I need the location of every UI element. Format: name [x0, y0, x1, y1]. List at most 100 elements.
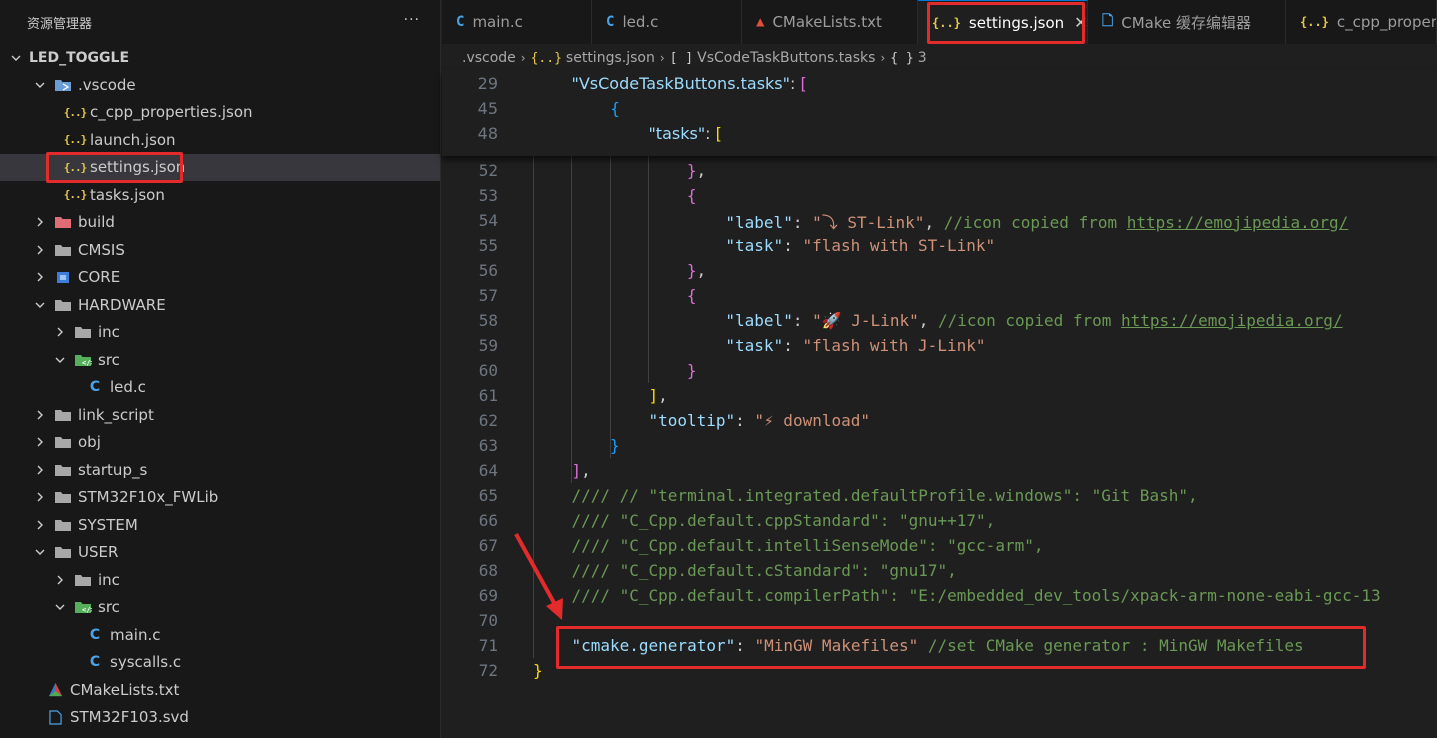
folder-icon [54, 241, 72, 259]
code-line[interactable]: 55 "task": "flash with ST-Link" [442, 233, 1437, 258]
chevron-right-icon [52, 572, 68, 588]
folder-icon [54, 296, 72, 314]
code-line[interactable]: 60} [442, 358, 1437, 383]
line-content: "label": "🚀 J-Link", //icon copied from … [725, 311, 1342, 330]
tree-item-label: .vscode [78, 75, 136, 94]
tree-item[interactable]: STM32F10x_FWLib [0, 484, 440, 511]
tree-item[interactable]: inc [0, 566, 440, 593]
tree-item[interactable]: CORE [0, 264, 440, 291]
code-line[interactable]: 64], [442, 458, 1437, 483]
code-line[interactable]: 48 "tasks": [ [442, 121, 1437, 146]
code-line[interactable]: 59 "task": "flash with J-Link" [442, 333, 1437, 358]
close-tab-icon[interactable]: ✕ [1074, 13, 1087, 32]
code-line[interactable]: 67 //// "C_Cpp.default.intelliSenseMode":… [442, 533, 1437, 558]
tree-item[interactable]: .vscode [0, 71, 440, 98]
tree-item[interactable]: </> src [0, 346, 440, 373]
breadcrumb-item[interactable]: { } 3 [890, 50, 926, 66]
tree-item[interactable]: obj [0, 429, 440, 456]
tree-item[interactable]: STM32F103.svd [0, 704, 440, 731]
tree-item[interactable]: build [0, 209, 440, 236]
tree-item[interactable]: HARDWARE [0, 291, 440, 318]
breadcrumb-item[interactable]: [ ] VsCodeTaskButtons.tasks [670, 50, 876, 66]
code-line[interactable]: 57 { [442, 283, 1437, 308]
chevron-right-icon [32, 242, 48, 258]
line-number: 69 [478, 586, 498, 605]
tree-item[interactable]: {..} launch.json [0, 126, 440, 153]
tree-item[interactable]: startup_s [0, 456, 440, 483]
tab-editor[interactable]: 🗋 CMake 缓存编辑器 [1088, 0, 1286, 44]
code-token: //icon copied from [937, 311, 1122, 330]
tab-active[interactable]: {..} settings.json ✕ [918, 0, 1088, 44]
tree-item[interactable]: CMSIS [0, 236, 440, 263]
json-file-icon: {..} [63, 160, 87, 174]
line-content: //// "C_Cpp.default.cppStandard": "gnu++… [571, 511, 995, 530]
line-content: }, [687, 261, 706, 280]
tab-file-icon: ▲ [756, 14, 765, 30]
tab-editor[interactable]: {..} c_cpp_propert [1286, 0, 1437, 44]
code-line[interactable]: 66 //// "C_Cpp.default.cppStandard": "gnu… [442, 508, 1437, 533]
code-token: //icon copied from [943, 212, 1127, 232]
code-line[interactable]: 54 "label": "⤵ ST-Link", //icon copied fr… [442, 208, 1437, 233]
code-line[interactable]: 52}, [442, 158, 1437, 183]
sticky-scroll-header[interactable]: 29 "VsCodeTaskButtons.tasks": [45{48 "task… [442, 70, 1437, 156]
tree-item-label: main.c [110, 625, 161, 644]
tab-editor[interactable]: ▲ CMakeLists.txt [742, 0, 918, 44]
code-editor[interactable]: 52}, 53 {54 "label": "⤵ ST-Link", //icon co… [442, 70, 1437, 738]
line-number: 45 [477, 98, 498, 118]
tree-item-label: led.c [110, 378, 146, 396]
tree-item[interactable]: Cled.c [0, 374, 440, 401]
c-file-icon: C [89, 654, 101, 670]
code-token: //// "C_Cpp.default.intelliSenseMode": "… [571, 536, 1044, 555]
tree-item[interactable]: {..} tasks.json [0, 181, 440, 208]
folder-icon [54, 543, 72, 561]
line-number: 59 [478, 336, 498, 355]
tree-item[interactable]: </> src [0, 594, 440, 621]
tree-item[interactable]: Cmain.c [0, 621, 440, 648]
tab-editor[interactable]: Cmain.c [442, 0, 592, 44]
line-number: 71 [478, 636, 498, 655]
line-number: 64 [478, 461, 498, 480]
code-token: //// // "terminal.integrated.defaultProf… [571, 486, 1198, 505]
code-token: } [686, 361, 697, 380]
tab-editor[interactable]: Cled.c [592, 0, 742, 44]
line-number: 68 [478, 561, 498, 580]
chevron-down-icon [32, 544, 48, 560]
code-line[interactable]: 58 "label": "🚀 J-Link", //icon copied fro… [442, 308, 1437, 333]
code-line[interactable]: 29 "VsCodeTaskButtons.tasks": [ [442, 71, 1437, 96]
tree-item[interactable]: link_script [0, 401, 440, 428]
code-line[interactable]: 61], [442, 383, 1437, 408]
code-line[interactable]: 65 //// // "terminal.integrated.defaultPr… [442, 483, 1437, 508]
code-line[interactable]: 63} [442, 433, 1437, 458]
tree-item[interactable]: Csyscalls.c [0, 649, 440, 676]
more-actions-icon[interactable]: ··· [404, 12, 420, 28]
tree-item[interactable]: inc [0, 319, 440, 346]
code-token: "task" [725, 336, 784, 355]
svg-text:</>: </> [82, 359, 92, 367]
code-line[interactable]: 69 //// "C_Cpp.default.compilerPath": "E:… [442, 583, 1437, 608]
code-line[interactable]: 53 { [442, 183, 1437, 208]
line-number: 57 [478, 286, 498, 305]
tree-item[interactable]: USER [0, 539, 440, 566]
tree-item[interactable]: {..} settings.json [0, 153, 440, 181]
folder-icon [54, 406, 72, 424]
code-token: "flash with ST-Link" [802, 236, 996, 255]
tree-item[interactable]: {..} c_cpp_properties.json [0, 99, 440, 126]
breadcrumb-item[interactable]: .vscode [462, 50, 516, 66]
code-line[interactable]: 62 "tooltip": "⚡ download" [442, 408, 1437, 433]
code-line[interactable]: 45 { [442, 96, 1437, 121]
tree-item[interactable]: SYSTEM [0, 511, 440, 538]
code-token: , [924, 212, 944, 232]
tree-root[interactable]: LED_TOGGLE [0, 44, 440, 71]
tree-item[interactable]: CMakeLists.txt [0, 676, 440, 703]
code-token: { [686, 186, 697, 205]
breadcrumb-item[interactable]: {..} settings.json [531, 50, 655, 66]
tree-item-label: settings.json [90, 158, 186, 176]
code-line[interactable]: 72} [442, 658, 1437, 683]
code-line[interactable]: 68 //// "C_Cpp.default.cStandard": "gnu17… [442, 558, 1437, 583]
code-line[interactable]: 71 "cmake.generator": "MinGW Makefiles" /… [442, 633, 1437, 658]
code-token: : [792, 311, 813, 330]
code-line[interactable]: 56}, [442, 258, 1437, 283]
breadcrumb-separator-icon: › [659, 51, 665, 65]
code-token: : [735, 411, 755, 430]
code-line[interactable]: 70 [442, 608, 1437, 633]
